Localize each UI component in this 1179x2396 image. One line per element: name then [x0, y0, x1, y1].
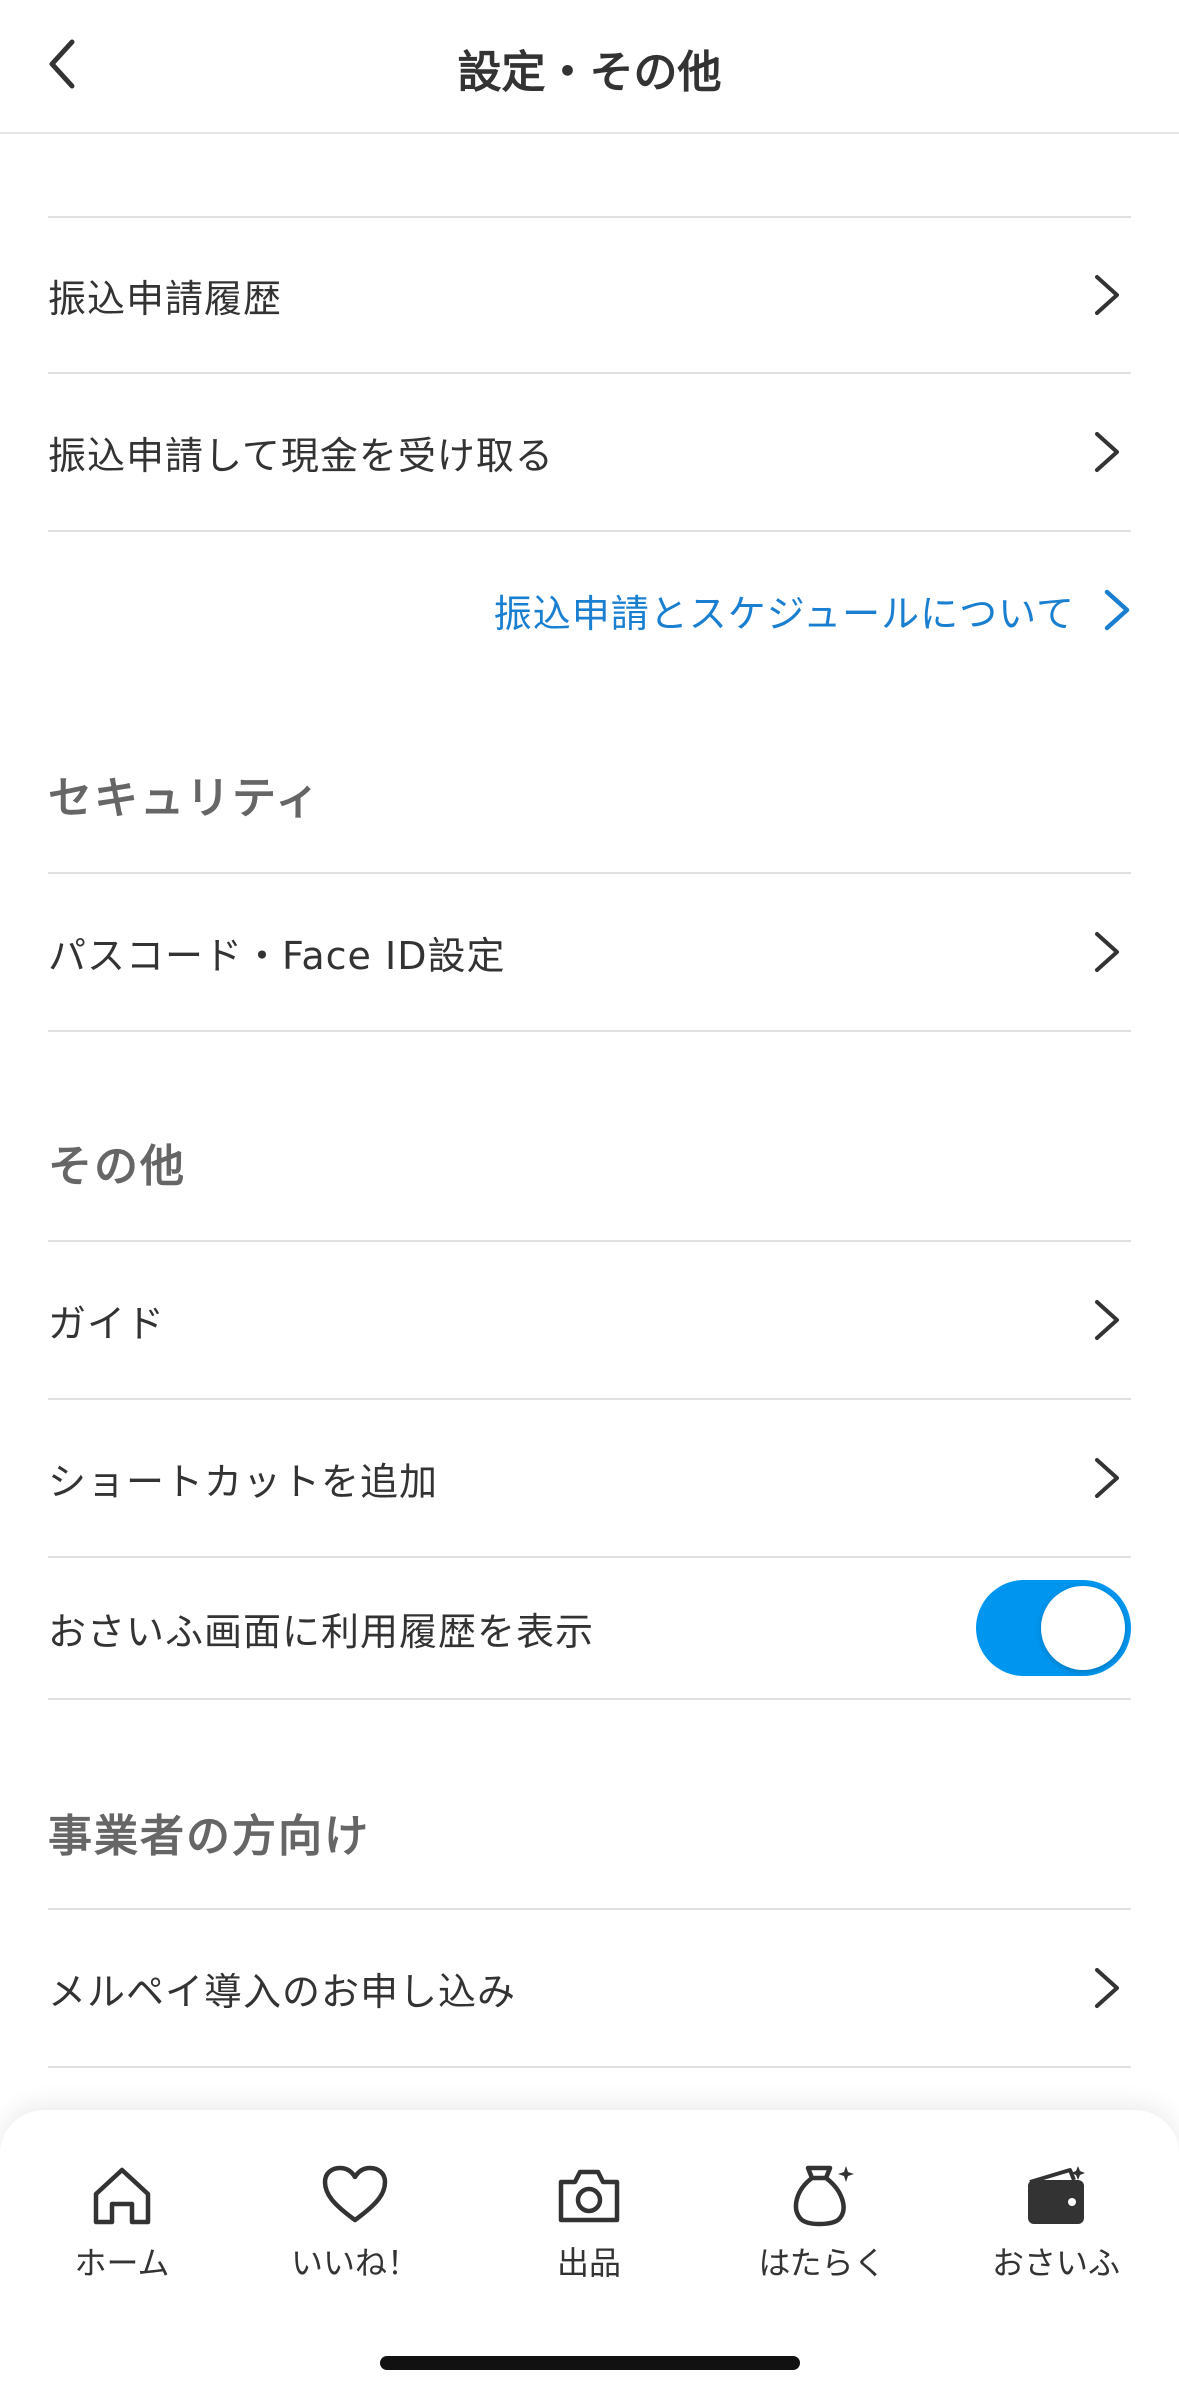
- nav-home[interactable]: ホーム: [22, 2160, 222, 2284]
- toggle-knob: [1041, 1586, 1125, 1670]
- divider: [48, 1030, 1131, 1032]
- passcode-faceid-row[interactable]: パスコード・Face ID設定: [48, 874, 1131, 1030]
- section-title-other: その他: [48, 1141, 186, 1192]
- header: 設定・その他: [0, 0, 1179, 134]
- home-indicator: [380, 2356, 800, 2370]
- add-shortcut-label: ショートカットを追加: [48, 1459, 439, 1504]
- chevron-right-icon: [1095, 1968, 1119, 2008]
- merpay-apply-label: メルペイ導入のお申し込み: [48, 1969, 517, 2014]
- heart-icon: [322, 2165, 388, 2223]
- nav-likes[interactable]: いいね！: [255, 2160, 455, 2284]
- camera-icon: [558, 2169, 620, 2223]
- divider: [48, 2066, 1131, 2068]
- chevron-right-icon: [1095, 275, 1119, 315]
- nav-likes-label: いいね！: [290, 2244, 419, 2282]
- chevron-right-icon: [1095, 432, 1119, 472]
- transfer-schedule-link[interactable]: 振込申請とスケジュールについて: [494, 580, 1131, 640]
- show-history-toggle[interactable]: [976, 1580, 1131, 1676]
- nav-sell[interactable]: 出品: [489, 2160, 689, 2284]
- divider: [48, 1698, 1131, 1700]
- transfer-history-label: 振込申請履歴: [48, 276, 283, 321]
- transfer-history-row[interactable]: 振込申請履歴: [48, 218, 1131, 372]
- nav-sell-label: 出品: [556, 2244, 621, 2282]
- page-title: 設定・その他: [457, 47, 722, 98]
- nav-home-label: ホーム: [74, 2244, 170, 2282]
- money-bag-icon: [793, 2165, 854, 2227]
- divider: [48, 530, 1131, 532]
- chevron-right-icon: [1095, 932, 1119, 972]
- chevron-right-icon: [1095, 1300, 1119, 1340]
- guide-label: ガイド: [48, 1301, 166, 1346]
- show-history-label: おさいふ画面に利用履歴を表示: [48, 1609, 595, 1654]
- section-title-security: セキュリティ: [48, 773, 322, 824]
- wallet-icon: [1028, 2166, 1085, 2224]
- chevron-right-icon: [1095, 1458, 1119, 1498]
- settings-page: 設定・その他 振込申請履歴 振込申請して現金を受け取る 振込申請とスケジュールに…: [0, 0, 1179, 2396]
- nav-work[interactable]: はたらく: [722, 2160, 922, 2284]
- passcode-faceid-label: パスコード・Face ID設定: [48, 933, 506, 978]
- add-shortcut-row[interactable]: ショートカットを追加: [48, 1400, 1131, 1556]
- section-title-business: 事業者の方向け: [48, 1811, 370, 1862]
- guide-row[interactable]: ガイド: [48, 1242, 1131, 1398]
- bottom-nav: ホーム いいね！ 出品 はたらく おさいふ: [0, 2110, 1179, 2396]
- transfer-cash-label: 振込申請して現金を受け取る: [48, 433, 554, 478]
- chevron-right-icon: [1104, 589, 1130, 631]
- nav-work-label: はたらく: [758, 2244, 886, 2282]
- show-history-row: おさいふ画面に利用履歴を表示: [48, 1558, 1131, 1698]
- merpay-apply-row[interactable]: メルペイ導入のお申し込み: [48, 1910, 1131, 2066]
- transfer-cash-row[interactable]: 振込申請して現金を受け取る: [48, 374, 1131, 530]
- home-icon: [93, 2167, 151, 2225]
- nav-wallet-label: おさいふ: [991, 2244, 1120, 2282]
- nav-wallet[interactable]: おさいふ: [956, 2160, 1156, 2284]
- transfer-schedule-link-label: 振込申請とスケジュールについて: [493, 591, 1075, 636]
